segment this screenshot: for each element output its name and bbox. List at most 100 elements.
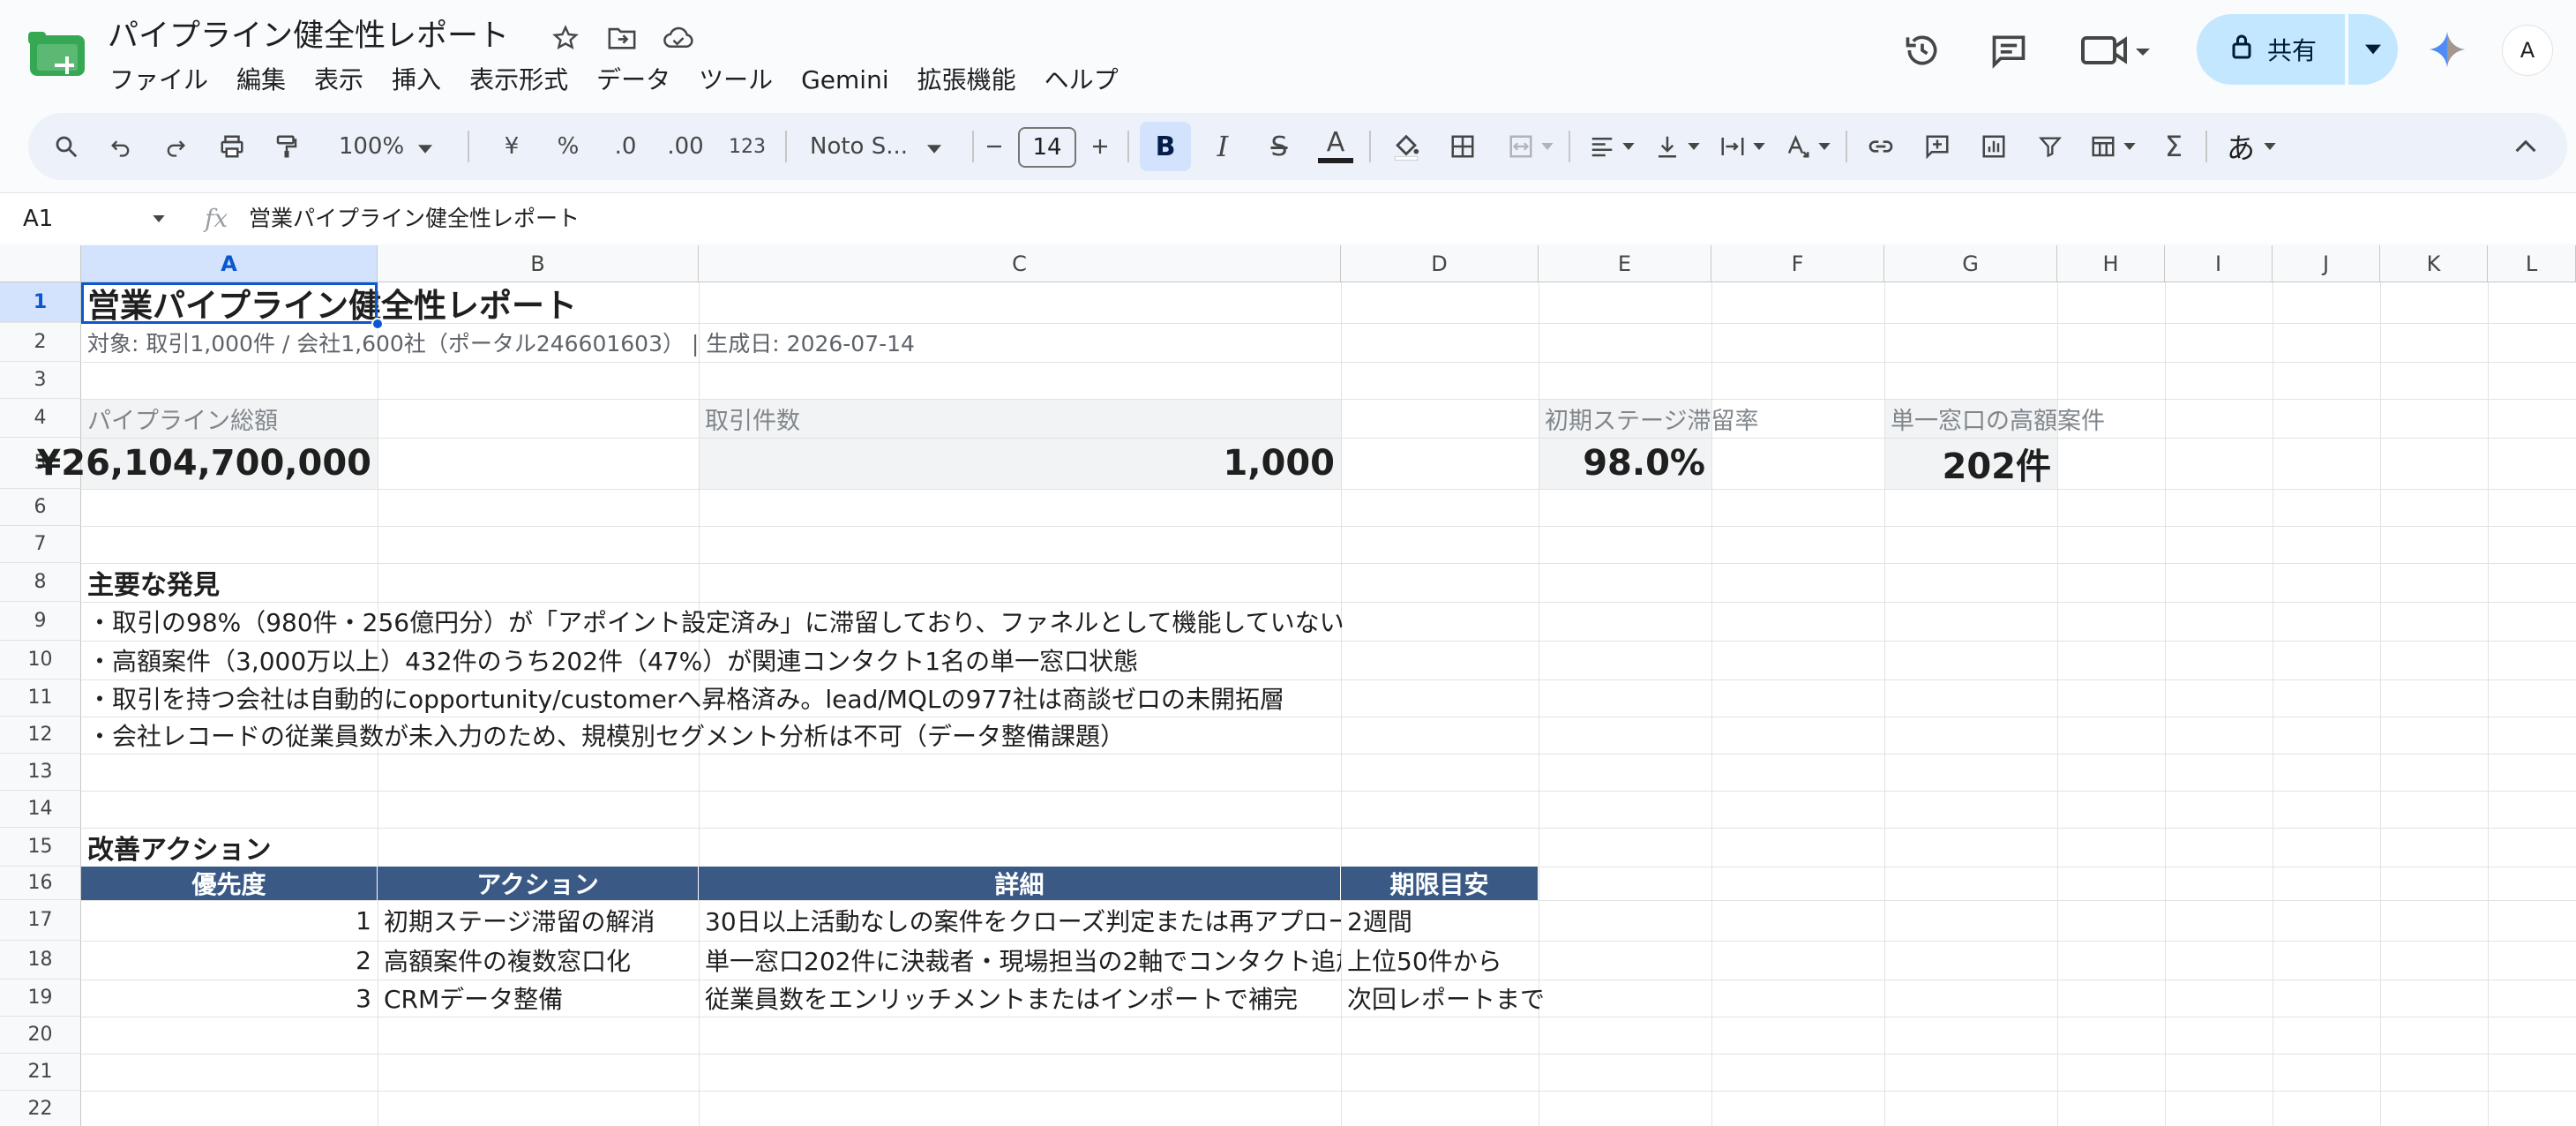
- move-folder-icon[interactable]: [603, 19, 640, 56]
- menu-extensions[interactable]: 拡張機能: [903, 60, 1030, 101]
- print-icon[interactable]: [212, 113, 252, 180]
- row-header[interactable]: 19: [0, 980, 81, 1017]
- row-header[interactable]: 11: [0, 679, 81, 717]
- vertical-align-icon[interactable]: [1646, 113, 1708, 180]
- row-header[interactable]: 8: [0, 563, 81, 602]
- row-header[interactable]: 7: [0, 526, 81, 563]
- action-priority-cell[interactable]: 3: [81, 980, 378, 1017]
- kpi-value-deal-count[interactable]: 1,000: [699, 438, 1341, 489]
- menu-tools[interactable]: ツール: [685, 60, 787, 101]
- row-header[interactable]: 4: [0, 399, 81, 438]
- column-header-d[interactable]: D: [1341, 245, 1539, 282]
- action-name-cell[interactable]: CRMデータ整備: [378, 980, 699, 1017]
- action-detail-cell[interactable]: 30日以上活動なしの案件をクローズ判定または再アプローチ: [699, 900, 1341, 941]
- column-header-h[interactable]: H: [2057, 245, 2165, 282]
- menu-gemini[interactable]: Gemini: [787, 60, 903, 101]
- increase-decimal-button[interactable]: .00: [656, 113, 715, 180]
- filter-icon[interactable]: [2026, 113, 2075, 180]
- column-header-e[interactable]: E: [1539, 245, 1711, 282]
- row-header[interactable]: 22: [0, 1091, 81, 1126]
- action-table-header-detail[interactable]: 詳細: [699, 867, 1341, 900]
- collapse-menus-icon[interactable]: [2505, 113, 2546, 180]
- cloud-saved-icon[interactable]: [660, 19, 697, 56]
- finding-item[interactable]: ・取引の98%（980件・256億円分）が「アポイント設定済み」に滞留しており、…: [81, 602, 1351, 641]
- row-header[interactable]: 12: [0, 717, 81, 754]
- paint-format-icon[interactable]: [266, 113, 307, 180]
- merge-cells-icon[interactable]: [1500, 113, 1561, 180]
- column-header-k[interactable]: K: [2380, 245, 2488, 282]
- row-header[interactable]: 20: [0, 1017, 81, 1054]
- action-priority-cell[interactable]: 1: [81, 900, 378, 941]
- name-box[interactable]: A1: [23, 202, 53, 236]
- currency-format-button[interactable]: ¥: [487, 113, 536, 180]
- number-format-button[interactable]: 123: [718, 113, 776, 180]
- action-due-cell[interactable]: 2週間: [1341, 900, 1419, 941]
- action-due-cell[interactable]: 次回レポートまで: [1341, 980, 1551, 1017]
- share-button[interactable]: 共有: [2197, 14, 2345, 85]
- decrease-font-size-button[interactable]: [974, 113, 1015, 180]
- strikethrough-button[interactable]: S: [1254, 113, 1304, 180]
- finding-item[interactable]: ・取引を持つ会社は自動的にopportunity/customerへ昇格済み。l…: [81, 679, 1291, 717]
- input-tools-button[interactable]: あ: [2216, 113, 2287, 180]
- row-header[interactable]: 10: [0, 641, 81, 679]
- action-name-cell[interactable]: 高額案件の複数窓口化: [378, 941, 699, 980]
- findings-heading[interactable]: 主要な発見: [81, 563, 226, 602]
- finding-item[interactable]: ・高額案件（3,000万以上）432件のうち202件（47%）が関連コンタクト1…: [81, 641, 1144, 679]
- row-header[interactable]: 9: [0, 602, 81, 641]
- action-name-cell[interactable]: 初期ステージ滞留の解消: [378, 900, 699, 941]
- kpi-value-single-contact[interactable]: 202件: [1884, 438, 2057, 489]
- action-table-header-due[interactable]: 期限目安: [1341, 867, 1539, 900]
- text-color-button[interactable]: A: [1311, 113, 1360, 180]
- row-header[interactable]: 16: [0, 867, 81, 900]
- redo-icon[interactable]: [155, 113, 196, 180]
- insert-comment-icon[interactable]: [1913, 113, 1962, 180]
- menu-view[interactable]: 表示: [300, 60, 378, 101]
- row-header[interactable]: 2: [0, 323, 81, 362]
- row-header[interactable]: 18: [0, 941, 81, 980]
- row-header[interactable]: 1: [0, 282, 81, 323]
- insert-chart-icon[interactable]: [1969, 113, 2018, 180]
- increase-font-size-button[interactable]: [1080, 113, 1120, 180]
- undo-icon[interactable]: [101, 113, 141, 180]
- action-priority-cell[interactable]: 2: [81, 941, 378, 980]
- action-table-header-priority[interactable]: 優先度: [81, 867, 378, 900]
- fill-handle[interactable]: [371, 318, 384, 330]
- row-header[interactable]: 6: [0, 489, 81, 526]
- report-title-cell[interactable]: 営業パイプライン健全性レポート: [81, 282, 583, 325]
- zoom-select[interactable]: 100%: [328, 113, 443, 180]
- sheets-logo-icon[interactable]: [28, 32, 86, 78]
- menu-edit[interactable]: 編集: [222, 60, 300, 101]
- kpi-label-single-contact[interactable]: 単一窓口の高額案件: [1884, 399, 2111, 438]
- font-size-input[interactable]: 14: [1018, 127, 1076, 168]
- report-subtitle-cell[interactable]: 対象: 取引1,000件 / 会社1,600社（ポータル246601603） |…: [81, 323, 921, 362]
- bold-button[interactable]: B: [1140, 122, 1191, 171]
- action-due-cell[interactable]: 上位50件から: [1341, 941, 1509, 980]
- kpi-label-deal-count[interactable]: 取引件数: [699, 399, 806, 438]
- column-header-g[interactable]: G: [1884, 245, 2057, 282]
- actions-heading[interactable]: 改善アクション: [81, 828, 278, 867]
- row-header[interactable]: 14: [0, 791, 81, 828]
- formula-input[interactable]: 営業パイプライン健全性レポート: [249, 202, 580, 236]
- column-header-l[interactable]: L: [2488, 245, 2576, 282]
- avatar[interactable]: A: [2502, 25, 2553, 76]
- row-header[interactable]: 17: [0, 900, 81, 941]
- kpi-label-early-stage-rate[interactable]: 初期ステージ滞留率: [1539, 399, 1764, 438]
- column-header-c[interactable]: C: [699, 245, 1341, 282]
- action-detail-cell[interactable]: 従業員数をエンリッチメントまたはインポートで補完: [699, 980, 1341, 1017]
- finding-item[interactable]: ・会社レコードの従業員数が未入力のため、規模別セグメント分析は不可（データ整備課…: [81, 717, 1131, 754]
- history-icon[interactable]: [1897, 25, 1948, 76]
- row-header[interactable]: 3: [0, 362, 81, 399]
- select-all-corner[interactable]: [0, 245, 81, 282]
- functions-button[interactable]: Σ: [2149, 113, 2198, 180]
- comment-icon[interactable]: [1983, 25, 2034, 76]
- borders-icon[interactable]: [1438, 113, 1487, 180]
- column-header-f[interactable]: F: [1711, 245, 1884, 282]
- search-icon[interactable]: [46, 113, 86, 180]
- star-icon[interactable]: [547, 19, 584, 56]
- share-dropdown-button[interactable]: [2348, 14, 2398, 85]
- kpi-value-pipeline-total[interactable]: ¥26,104,700,000: [36, 438, 378, 489]
- fill-color-icon[interactable]: [1382, 113, 1431, 180]
- column-header-a[interactable]: A: [81, 245, 378, 282]
- column-header-i[interactable]: I: [2165, 245, 2273, 282]
- meet-icon[interactable]: [2077, 25, 2156, 76]
